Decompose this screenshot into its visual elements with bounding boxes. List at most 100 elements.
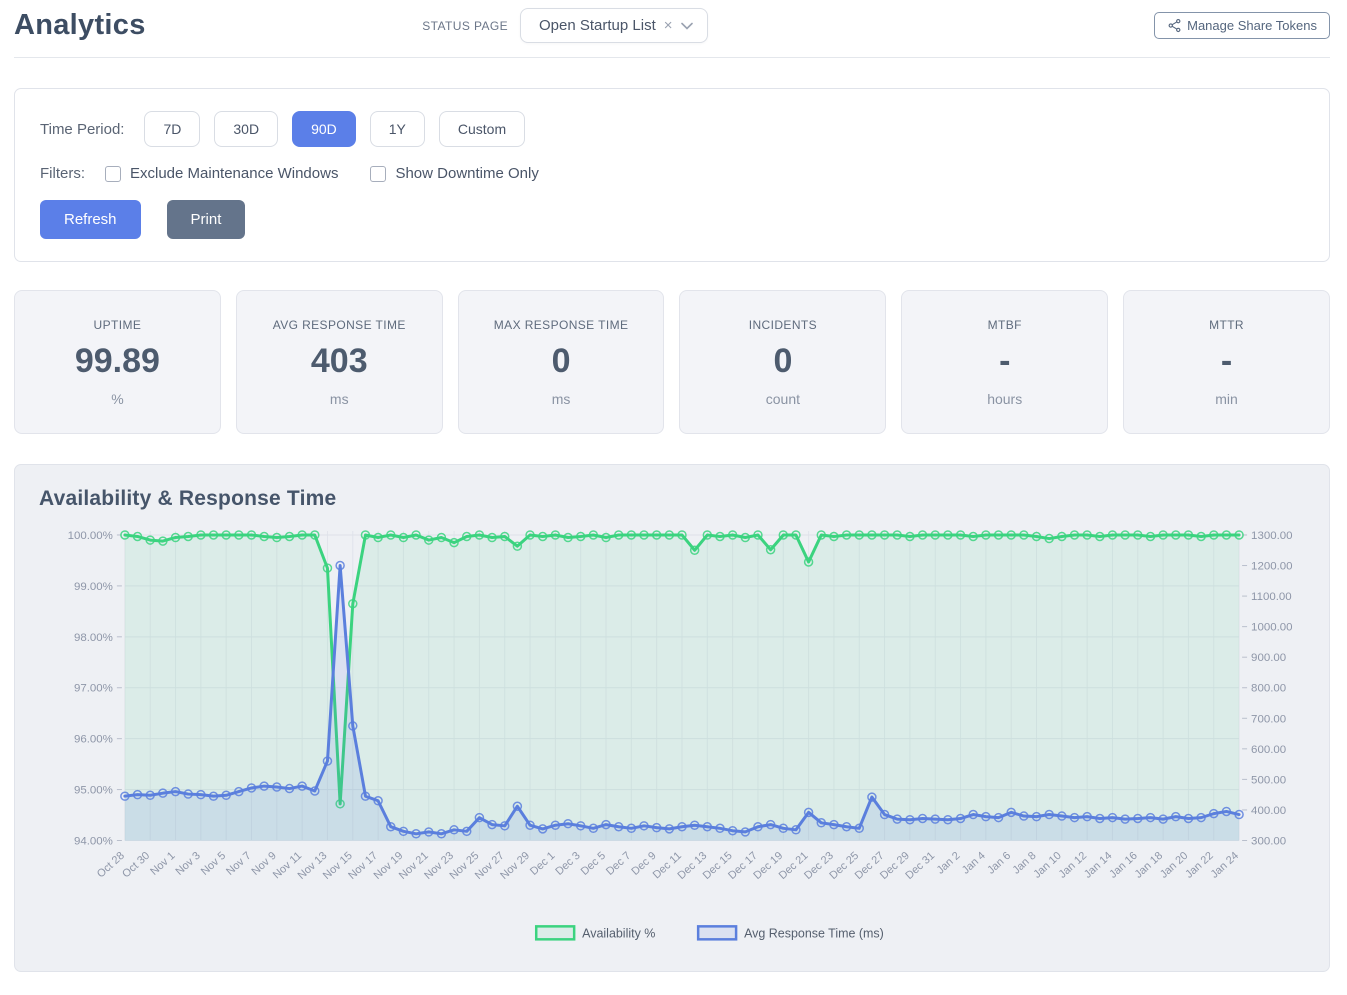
chart-title: Availability & Response Time <box>39 487 1305 511</box>
clear-selection-icon[interactable]: × <box>664 18 673 33</box>
time-period-button-30d[interactable]: 30D <box>214 111 278 147</box>
x-axis-tick-label: Jan 16 <box>1107 850 1140 881</box>
right-axis-tick-label: 400.00 <box>1251 805 1286 817</box>
filters-row: Filters: Exclude Maintenance Windows Sho… <box>40 165 1304 182</box>
left-axis-tick-label: 95.00% <box>74 785 113 797</box>
x-axis-tick-label: Oct 30 <box>120 850 152 881</box>
stat-value: - <box>1221 342 1232 381</box>
right-axis-tick-label: 600.00 <box>1251 744 1286 756</box>
left-axis-tick-label: 94.00% <box>74 835 113 847</box>
stat-card-avg-response: AVG RESPONSE TIME 403 ms <box>236 290 443 434</box>
right-axis-tick-label: 900.00 <box>1251 652 1286 664</box>
exclude-maintenance-checkbox[interactable]: Exclude Maintenance Windows <box>105 165 338 182</box>
share-icon <box>1167 18 1182 33</box>
stat-unit: hours <box>987 391 1022 407</box>
x-axis-tick-label: Jan 6 <box>985 850 1013 877</box>
status-page-selector-group: STATUS PAGE Open Startup List × <box>422 8 707 43</box>
legend-swatch <box>536 926 574 939</box>
time-period-row: Time Period: 7D 30D 90D 1Y Custom <box>40 111 1304 147</box>
time-period-button-90d[interactable]: 90D <box>292 111 356 147</box>
x-axis-tick-label: Jan 14 <box>1082 850 1115 881</box>
time-period-button-1y[interactable]: 1Y <box>370 111 425 147</box>
status-page-selected-value: Open Startup List <box>539 17 656 34</box>
x-axis-tick-label: Jan 20 <box>1158 850 1191 881</box>
status-page-dropdown[interactable]: Open Startup List × <box>520 8 708 43</box>
chart-container: 100.00%99.00%98.00%97.00%96.00%95.00%94.… <box>39 523 1305 957</box>
stat-label: UPTIME <box>94 318 142 332</box>
x-axis-tick-label: Dec 5 <box>579 850 608 878</box>
stats-row: UPTIME 99.89 % AVG RESPONSE TIME 403 ms … <box>14 290 1330 434</box>
checkbox-icon[interactable] <box>105 166 121 182</box>
time-period-label: Time Period: <box>40 121 124 138</box>
x-axis-tick-label: Jan 4 <box>960 850 988 877</box>
x-axis-tick-label: Dec 1 <box>528 850 557 878</box>
x-axis-tick-label: Nov 1 <box>148 850 177 878</box>
exclude-maintenance-label: Exclude Maintenance Windows <box>130 165 338 182</box>
filters-label: Filters: <box>40 165 85 182</box>
stat-label: MTTR <box>1209 318 1244 332</box>
manage-share-tokens-button[interactable]: Manage Share Tokens <box>1154 12 1330 39</box>
x-axis-tick-label: Jan 24 <box>1209 850 1242 881</box>
left-axis-tick-label: 100.00% <box>68 530 113 542</box>
right-axis-tick-label: 1200.00 <box>1251 561 1292 573</box>
stat-unit: ms <box>552 391 571 407</box>
x-axis-tick-label: Nov 7 <box>224 850 253 878</box>
x-axis-tick-label: Dec 31 <box>903 850 937 882</box>
x-axis-tick-label: Nov 29 <box>498 850 532 882</box>
stat-unit: min <box>1215 391 1238 407</box>
legend-label: Avg Response Time (ms) <box>744 926 884 940</box>
stat-unit: % <box>111 391 123 407</box>
stat-card-mttr: MTTR - min <box>1123 290 1330 434</box>
stat-value: 99.89 <box>75 342 160 381</box>
show-downtime-label: Show Downtime Only <box>395 165 538 182</box>
stat-unit: count <box>766 391 800 407</box>
stat-label: MAX RESPONSE TIME <box>494 318 629 332</box>
x-axis-tick-label: Dec 7 <box>604 850 633 878</box>
x-axis-tick-label: Jan 12 <box>1057 850 1090 881</box>
x-axis-tick-label: Nov 3 <box>174 850 203 878</box>
stat-value: 0 <box>773 342 792 381</box>
x-axis-tick-label: Jan 2 <box>935 850 963 877</box>
stat-unit: ms <box>330 391 349 407</box>
page-title: Analytics <box>14 9 146 42</box>
x-axis-tick-label: Dec 3 <box>553 850 582 878</box>
time-period-button-7d[interactable]: 7D <box>144 111 200 147</box>
right-axis-tick-label: 1300.00 <box>1251 530 1292 542</box>
x-axis-tick-label: Jan 18 <box>1133 850 1166 881</box>
right-axis-tick-label: 300.00 <box>1251 835 1286 847</box>
show-downtime-checkbox[interactable]: Show Downtime Only <box>370 165 538 182</box>
availability-response-chart: 100.00%99.00%98.00%97.00%96.00%95.00%94.… <box>39 523 1305 952</box>
stat-label: INCIDENTS <box>749 318 817 332</box>
print-button[interactable]: Print <box>167 200 246 239</box>
stat-value: 403 <box>311 342 368 381</box>
refresh-button[interactable]: Refresh <box>40 200 141 239</box>
stat-label: MTBF <box>988 318 1022 332</box>
right-axis-tick-label: 800.00 <box>1251 683 1286 695</box>
x-axis-tick-label: Jan 10 <box>1031 850 1064 881</box>
stat-value: 0 <box>552 342 571 381</box>
legend-label: Availability % <box>582 926 655 940</box>
actions-row: Refresh Print <box>40 200 1304 239</box>
right-axis-tick-label: 500.00 <box>1251 774 1286 786</box>
right-axis-tick-label: 1100.00 <box>1251 591 1292 603</box>
right-axis-tick-label: 1000.00 <box>1251 622 1292 634</box>
left-axis-tick-label: 99.00% <box>74 581 113 593</box>
checkbox-icon[interactable] <box>370 166 386 182</box>
manage-share-tokens-label: Manage Share Tokens <box>1187 18 1317 33</box>
chart-legend: Availability % Avg Response Time (ms) <box>536 926 884 940</box>
left-axis-tick-label: 96.00% <box>74 734 113 746</box>
left-axis-tick-label: 98.00% <box>74 632 113 644</box>
stat-label: AVG RESPONSE TIME <box>273 318 406 332</box>
time-period-button-custom[interactable]: Custom <box>439 111 525 147</box>
chevron-down-icon <box>681 22 693 30</box>
page-header: Analytics STATUS PAGE Open Startup List … <box>14 8 1330 58</box>
stat-card-max-response: MAX RESPONSE TIME 0 ms <box>458 290 665 434</box>
stat-card-incidents: INCIDENTS 0 count <box>679 290 886 434</box>
filters-panel: Time Period: 7D 30D 90D 1Y Custom Filter… <box>14 88 1330 262</box>
stat-card-mtbf: MTBF - hours <box>901 290 1108 434</box>
right-axis-tick-label: 700.00 <box>1251 713 1286 725</box>
stat-card-uptime: UPTIME 99.89 % <box>14 290 221 434</box>
x-axis-tick-label: Jan 22 <box>1183 850 1216 881</box>
legend-swatch <box>698 926 736 939</box>
status-page-label: STATUS PAGE <box>422 19 508 33</box>
